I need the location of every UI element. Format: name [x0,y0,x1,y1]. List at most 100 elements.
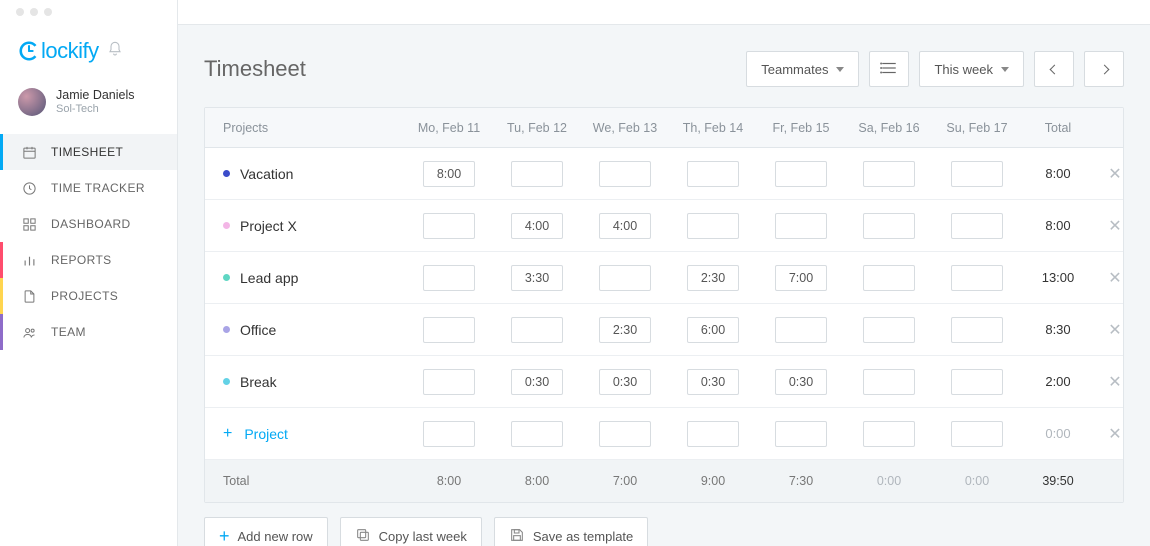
time-input[interactable] [687,421,739,447]
footer-day-total: 7:30 [757,474,845,488]
time-input[interactable] [599,317,651,343]
project-cell[interactable]: Vacation [205,166,405,182]
project-color-dot [223,326,230,333]
calendar-icon [21,144,37,160]
nav: TIMESHEET TIME TRACKER DASHBOARD REPORTS… [0,134,177,350]
project-cell[interactable]: Break [205,374,405,390]
project-cell[interactable]: Office [205,322,405,338]
time-input[interactable] [775,161,827,187]
time-input[interactable] [599,213,651,239]
time-input[interactable] [599,369,651,395]
list-view-toggle[interactable] [869,51,909,87]
time-input[interactable] [687,213,739,239]
delete-row-icon[interactable]: ✕ [1095,320,1135,340]
time-input[interactable] [951,317,1003,343]
time-input[interactable] [687,369,739,395]
time-input[interactable] [951,421,1003,447]
time-input[interactable] [423,213,475,239]
table-row: Break2:00✕ [205,356,1123,408]
time-input[interactable] [687,317,739,343]
sidebar-item-team[interactable]: TEAM [0,314,177,350]
delete-row-icon[interactable]: ✕ [1095,164,1135,184]
teammates-select[interactable]: Teammates [746,51,859,87]
user-block[interactable]: Jamie Daniels Sol-Tech [0,82,177,134]
time-input[interactable] [863,369,915,395]
time-input[interactable] [511,369,563,395]
time-input[interactable] [423,421,475,447]
delete-row-icon[interactable]: ✕ [1095,372,1135,392]
delete-row-icon[interactable]: ✕ [1095,268,1135,288]
time-input[interactable] [511,213,563,239]
time-input[interactable] [511,421,563,447]
project-name: Office [240,322,276,338]
footer-day-total: 0:00 [933,474,1021,488]
logo: lockify [18,38,99,64]
sidebar-item-timesheet[interactable]: TIMESHEET [0,134,177,170]
time-input[interactable] [511,265,563,291]
time-input[interactable] [599,421,651,447]
time-input[interactable] [511,161,563,187]
row-total: 8:00 [1021,166,1095,181]
col-day-header: Mo, Feb 11 [405,121,493,135]
time-input[interactable] [775,317,827,343]
chevron-left-icon [1049,64,1059,74]
time-input[interactable] [951,265,1003,291]
logo-text: lockify [41,38,99,64]
time-input[interactable] [951,161,1003,187]
footer-day-total: 9:00 [669,474,757,488]
time-input[interactable] [863,317,915,343]
time-input[interactable] [863,265,915,291]
sidebar-item-projects[interactable]: PROJECTS [0,278,177,314]
save-icon [509,527,525,546]
time-input[interactable] [423,161,475,187]
project-cell[interactable]: Project X [205,218,405,234]
time-input[interactable] [423,369,475,395]
time-input[interactable] [863,213,915,239]
save-template-button[interactable]: Save as template [494,517,648,546]
time-input[interactable] [599,265,651,291]
time-input[interactable] [775,369,827,395]
next-week-button[interactable] [1084,51,1124,87]
user-org: Sol-Tech [56,103,135,116]
time-input[interactable] [423,317,475,343]
time-input[interactable] [599,161,651,187]
copy-last-week-button[interactable]: Copy last week [340,517,482,546]
add-row-label: Add new row [238,529,313,544]
time-input[interactable] [951,369,1003,395]
col-total-header: Total [1021,121,1095,135]
sidebar-item-timetracker[interactable]: TIME TRACKER [0,170,177,206]
delete-row-icon[interactable]: ✕ [1095,424,1135,444]
time-input[interactable] [951,213,1003,239]
add-row-button[interactable]: + Add new row [204,517,328,546]
time-input[interactable] [687,161,739,187]
sidebar-item-label: DASHBOARD [51,217,131,231]
time-input[interactable] [775,421,827,447]
col-projects-header: Projects [205,121,405,135]
page-title: Timesheet [204,56,306,82]
delete-row-icon[interactable]: ✕ [1095,216,1135,236]
time-input[interactable] [511,317,563,343]
time-input[interactable] [863,161,915,187]
row-total: 2:00 [1021,374,1095,389]
range-select[interactable]: This week [919,51,1024,87]
sidebar-item-label: PROJECTS [51,289,118,303]
sidebar-item-reports[interactable]: REPORTS [0,242,177,278]
col-day-header: Tu, Feb 12 [493,121,581,135]
project-cell[interactable]: Lead app [205,270,405,286]
time-input[interactable] [863,421,915,447]
project-color-dot [223,170,230,177]
timesheet-table: Projects Mo, Feb 11 Tu, Feb 12 We, Feb 1… [204,107,1124,503]
time-input[interactable] [423,265,475,291]
col-day-header: Su, Feb 17 [933,121,1021,135]
list-icon [880,61,898,78]
prev-week-button[interactable] [1034,51,1074,87]
time-input[interactable] [687,265,739,291]
table-row: Office8:30✕ [205,304,1123,356]
bell-icon[interactable] [107,41,123,62]
add-project-button[interactable]: + Project [205,425,405,443]
footer-label: Total [205,474,405,488]
time-input[interactable] [775,213,827,239]
sidebar-item-dashboard[interactable]: DASHBOARD [0,206,177,242]
add-project-label: Project [244,426,288,442]
time-input[interactable] [775,265,827,291]
